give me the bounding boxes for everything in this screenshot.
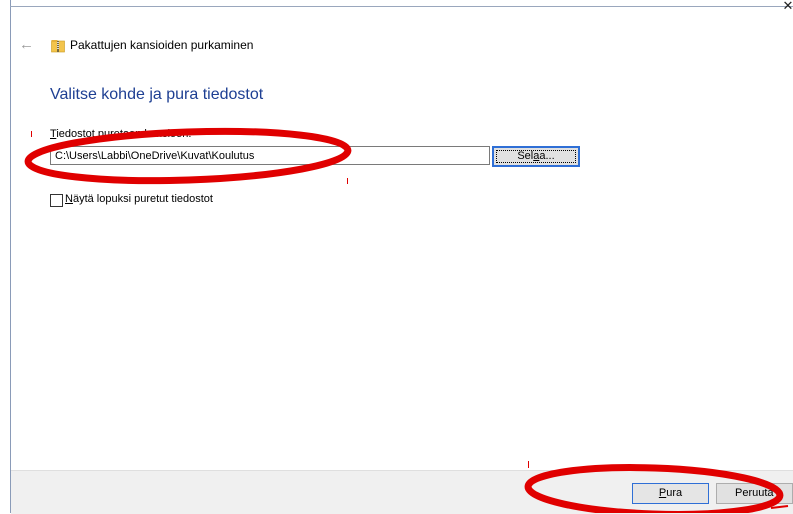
window-frame-top [10, 6, 793, 7]
show-files-checkbox[interactable] [50, 194, 63, 207]
extract-button[interactable]: Pura [632, 483, 709, 504]
window-frame-left [10, 0, 11, 513]
annotation-overlay [24, 127, 789, 513]
arrow-left-icon[interactable]: ← [19, 37, 35, 53]
browse-button[interactable]: Selaa... [492, 146, 580, 167]
show-files-accelerator: N [65, 193, 73, 205]
page-heading: Valitse kohde ja pura tiedostot [50, 86, 264, 103]
browse-button-focus-ring [496, 150, 576, 163]
annotation-tick [528, 461, 529, 468]
extract-button-label: ura [666, 487, 683, 499]
annotation-tick [31, 131, 32, 137]
window-title: Pakattujen kansioiden purkaminen [70, 38, 254, 52]
destination-path-input[interactable] [50, 146, 490, 165]
close-icon[interactable]: ✕ [781, 0, 793, 14]
annotation-tick [347, 178, 348, 184]
destination-label: Tiedostot puretaan kansioon: [50, 128, 191, 140]
show-files-label-text: äytä lopuksi puretut tiedostot [72, 193, 213, 205]
zip-folder-icon [51, 40, 65, 53]
cancel-button[interactable]: Peruuta [716, 483, 793, 504]
extract-wizard-window: ✕ ← Pakattujen kansioiden purkaminen Val… [0, 0, 793, 514]
destination-label-text: iedostot puretaan kansioon: [56, 128, 192, 140]
show-files-checkbox-label[interactable]: Näytä lopuksi puretut tiedostot [65, 193, 213, 205]
